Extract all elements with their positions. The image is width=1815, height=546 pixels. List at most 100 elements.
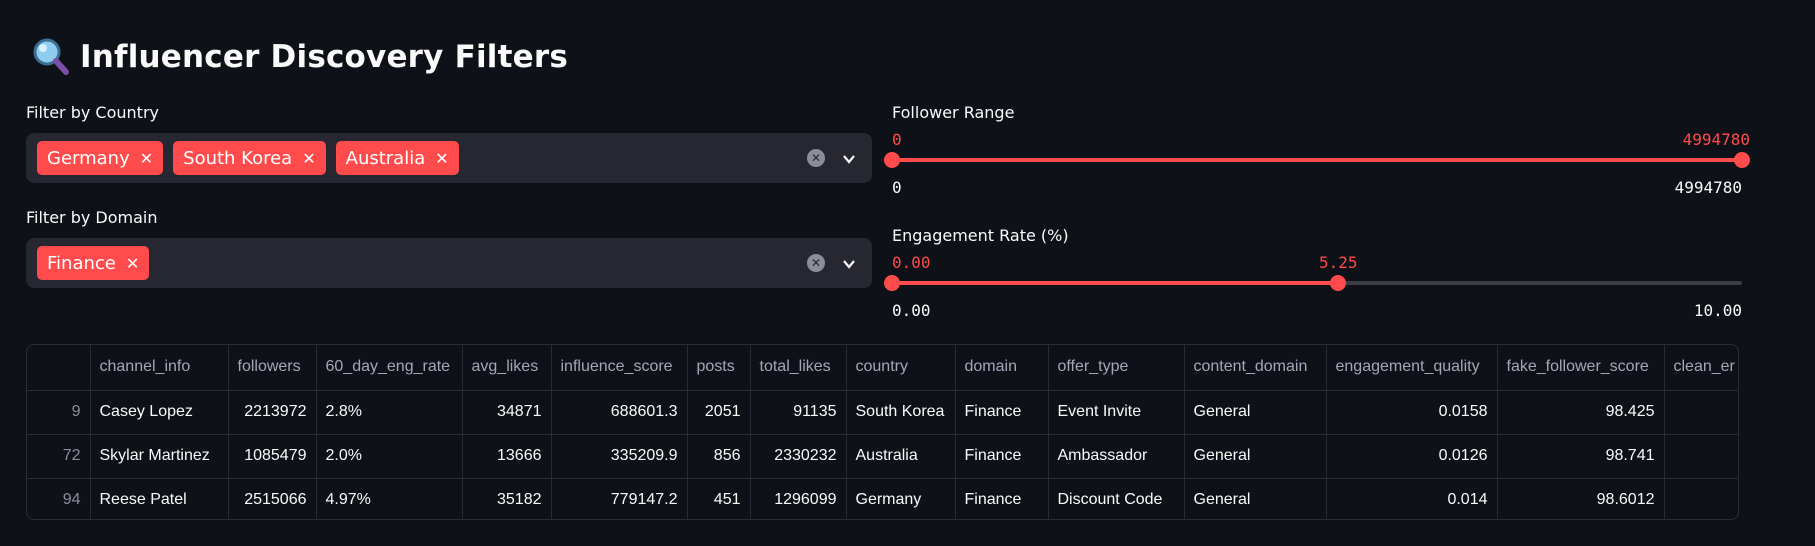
column-header[interactable]: posts <box>687 345 751 391</box>
table-cell[interactable]: Reese Patel <box>90 478 229 519</box>
table-cell[interactable]: General <box>1184 434 1327 479</box>
table-cell[interactable]: 856 <box>687 434 751 479</box>
follower-min-value: 0 <box>892 178 902 197</box>
table-row[interactable]: 94 Reese Patel 2515066 4.97% 35182 779147.2 45… <box>27 478 1738 519</box>
table-cell[interactable]: Finance <box>955 390 1049 435</box>
column-header[interactable]: engagement_quality <box>1326 345 1498 391</box>
clear-all-icon[interactable]: ✕ <box>807 149 825 167</box>
column-header[interactable]: country <box>846 345 956 391</box>
table-cell[interactable]: South Korea <box>846 390 956 435</box>
column-header[interactable]: followers <box>228 345 317 391</box>
column-header[interactable]: channel_info <box>90 345 229 391</box>
column-header[interactable]: content_domain <box>1184 345 1327 391</box>
country-tag[interactable]: South Korea ✕ <box>173 141 326 175</box>
follower-range-slider[interactable]: 0 4994780 0 4994780 <box>884 130 1750 200</box>
table-cell[interactable]: 2.8% <box>316 390 463 435</box>
table-cell[interactable]: 13666 <box>462 434 552 479</box>
table-cell[interactable]: Finance <box>955 434 1049 479</box>
follower-low-value: 0 <box>892 130 902 149</box>
page-title: Influencer Discovery Filters <box>30 36 568 78</box>
table-cell[interactable]: 2330232 <box>750 434 847 479</box>
column-header[interactable]: total_likes <box>750 345 847 391</box>
table-cell[interactable]: Australia <box>846 434 956 479</box>
slider-track[interactable] <box>884 275 1742 291</box>
table-cell[interactable]: Skylar Martinez <box>90 434 229 479</box>
column-header[interactable]: influence_score <box>551 345 688 391</box>
table-cell[interactable]: 2515066 <box>228 478 317 519</box>
table-cell[interactable]: 688601.3 <box>551 390 688 435</box>
app-page: Influencer Discovery Filters Filter by C… <box>0 0 1815 546</box>
page-title-text: Influencer Discovery Filters <box>80 39 568 75</box>
column-header[interactable]: domain <box>955 345 1049 391</box>
tag-label: South Korea <box>183 147 293 169</box>
domain-tag[interactable]: Finance ✕ <box>37 246 150 280</box>
table-cell[interactable]: 1085479 <box>228 434 317 479</box>
table-cell[interactable]: 0.0126 <box>1326 434 1498 479</box>
table-cell[interactable]: 35182 <box>462 478 552 519</box>
table-cell[interactable]: 335209.9 <box>551 434 688 479</box>
table-cell[interactable] <box>1664 434 1738 479</box>
remove-tag-icon[interactable]: ✕ <box>302 149 315 168</box>
remove-tag-icon[interactable]: ✕ <box>435 149 448 168</box>
table-cell[interactable]: 2051 <box>687 390 751 435</box>
table-cell[interactable]: 4.97% <box>316 478 463 519</box>
table-cell[interactable] <box>1664 478 1738 519</box>
column-header-index[interactable] <box>27 345 91 391</box>
table-cell[interactable]: Finance <box>955 478 1049 519</box>
column-header[interactable]: avg_likes <box>462 345 552 391</box>
tag-label: Finance <box>47 252 116 274</box>
follower-high-value: 4994780 <box>1682 130 1750 149</box>
column-header[interactable]: clean_er <box>1664 345 1738 391</box>
engagement-rate-slider[interactable]: 0.00 5.25 0.00 10.00 <box>884 253 1742 323</box>
row-index-cell[interactable]: 94 <box>27 478 91 519</box>
slider-low-thumb[interactable] <box>884 275 900 291</box>
table-cell[interactable]: Discount Code <box>1048 478 1185 519</box>
table-cell[interactable]: Event Invite <box>1048 390 1185 435</box>
row-index-cell[interactable]: 72 <box>27 434 91 479</box>
column-header[interactable]: offer_type <box>1048 345 1185 391</box>
country-filter-label: Filter by Country <box>26 103 159 122</box>
row-index-cell[interactable]: 9 <box>27 390 91 435</box>
table-cell[interactable]: 2.0% <box>316 434 463 479</box>
magnifying-glass-icon <box>30 37 72 77</box>
table-cell[interactable]: 91135 <box>750 390 847 435</box>
remove-tag-icon[interactable]: ✕ <box>126 254 139 273</box>
table-cell[interactable]: 1296099 <box>750 478 847 519</box>
slider-track[interactable] <box>884 152 1750 168</box>
table-cell[interactable]: Ambassador <box>1048 434 1185 479</box>
table-cell[interactable]: 0.0158 <box>1326 390 1498 435</box>
table-cell[interactable]: Germany <box>846 478 956 519</box>
table-row[interactable]: 9 Casey Lopez 2213972 2.8% 34871 688601.3 2051… <box>27 390 1738 435</box>
chevron-down-icon[interactable] <box>842 151 856 165</box>
domain-multiselect[interactable]: Finance ✕ ✕ <box>26 238 872 288</box>
follower-range-label: Follower Range <box>892 103 1015 122</box>
table-row[interactable]: 72 Skylar Martinez 1085479 2.0% 13666 335209.… <box>27 434 1738 479</box>
table-cell[interactable] <box>1664 390 1738 435</box>
country-tag[interactable]: Germany ✕ <box>37 141 164 175</box>
table-body: 9 Casey Lopez 2213972 2.8% 34871 688601.3 2051… <box>27 390 1738 519</box>
table-cell[interactable]: 779147.2 <box>551 478 688 519</box>
table-cell[interactable]: 451 <box>687 478 751 519</box>
slider-high-thumb[interactable] <box>1330 275 1347 291</box>
table-cell[interactable]: Casey Lopez <box>90 390 229 435</box>
slider-high-thumb[interactable] <box>1734 152 1750 168</box>
table-cell[interactable]: 2213972 <box>228 390 317 435</box>
country-tag[interactable]: Australia ✕ <box>335 141 459 175</box>
table-cell[interactable]: 98.425 <box>1497 390 1665 435</box>
column-header[interactable]: fake_follower_score <box>1497 345 1665 391</box>
remove-tag-icon[interactable]: ✕ <box>140 149 153 168</box>
table-header-row: channel_info followers 60_day_eng_rate avg_… <box>27 345 1738 391</box>
slider-low-thumb[interactable] <box>884 152 900 168</box>
table-cell[interactable]: 34871 <box>462 390 552 435</box>
engagement-max-value: 10.00 <box>1693 301 1742 320</box>
column-header[interactable]: 60_day_eng_rate <box>316 345 463 391</box>
chevron-down-icon[interactable] <box>842 256 856 270</box>
table-cell[interactable]: 98.741 <box>1497 434 1665 479</box>
clear-all-icon[interactable]: ✕ <box>807 254 825 272</box>
country-multiselect[interactable]: Germany ✕ South Korea ✕ Australia ✕ ✕ <box>26 133 872 183</box>
table-cell[interactable]: General <box>1184 478 1327 519</box>
table-cell[interactable]: 98.6012 <box>1497 478 1665 519</box>
results-table[interactable]: channel_info followers 60_day_eng_rate avg_… <box>26 344 1739 520</box>
table-cell[interactable]: General <box>1184 390 1327 435</box>
table-cell[interactable]: 0.014 <box>1326 478 1498 519</box>
